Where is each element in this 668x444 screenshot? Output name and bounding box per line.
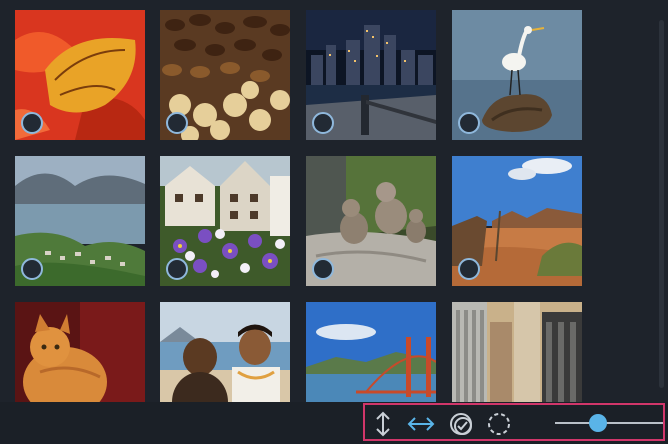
cat-image xyxy=(15,302,145,402)
photo-skyscrapers[interactable] xyxy=(452,302,582,402)
vertical-resize-button[interactable] xyxy=(369,411,397,437)
photo-monkeys[interactable] xyxy=(306,156,436,286)
vertical-scrollbar[interactable] xyxy=(656,0,668,402)
golden-gate-image xyxy=(306,302,436,402)
photo-cat[interactable] xyxy=(15,302,145,402)
zoom-slider-thumb[interactable] xyxy=(589,414,608,432)
select-circle[interactable] xyxy=(166,112,188,134)
photo-desert-horse[interactable] xyxy=(452,156,582,286)
photo-dates[interactable] xyxy=(160,10,290,140)
photo-grid xyxy=(0,0,654,402)
select-circle[interactable] xyxy=(312,258,334,280)
select-circle[interactable] xyxy=(458,258,480,280)
vertical-resize-icon xyxy=(376,411,390,437)
select-circle[interactable] xyxy=(458,112,480,134)
skyscrapers-image xyxy=(452,302,582,402)
photo-city-night[interactable] xyxy=(306,10,436,140)
select-circle[interactable] xyxy=(21,112,43,134)
couple-image xyxy=(160,302,290,402)
deselect-button[interactable] xyxy=(485,411,513,437)
zoom-slider-track[interactable] xyxy=(555,422,663,424)
photo-butterfly[interactable] xyxy=(15,10,145,140)
photo-flowers-street[interactable] xyxy=(160,156,290,286)
select-all-button[interactable] xyxy=(447,411,475,437)
select-circle[interactable] xyxy=(312,112,334,134)
photo-couple[interactable] xyxy=(160,302,290,402)
scrollbar-thumb[interactable] xyxy=(659,20,664,388)
select-circle[interactable] xyxy=(166,258,188,280)
image-toolbar xyxy=(363,403,665,441)
horizontal-resize-icon xyxy=(407,417,435,431)
photo-lake-town[interactable] xyxy=(15,156,145,286)
photo-egret[interactable] xyxy=(452,10,582,140)
deselect-icon xyxy=(488,413,510,435)
photo-golden-gate[interactable] xyxy=(306,302,436,402)
select-circle[interactable] xyxy=(21,258,43,280)
select-all-icon xyxy=(450,413,472,435)
horizontal-resize-button[interactable] xyxy=(407,411,435,437)
